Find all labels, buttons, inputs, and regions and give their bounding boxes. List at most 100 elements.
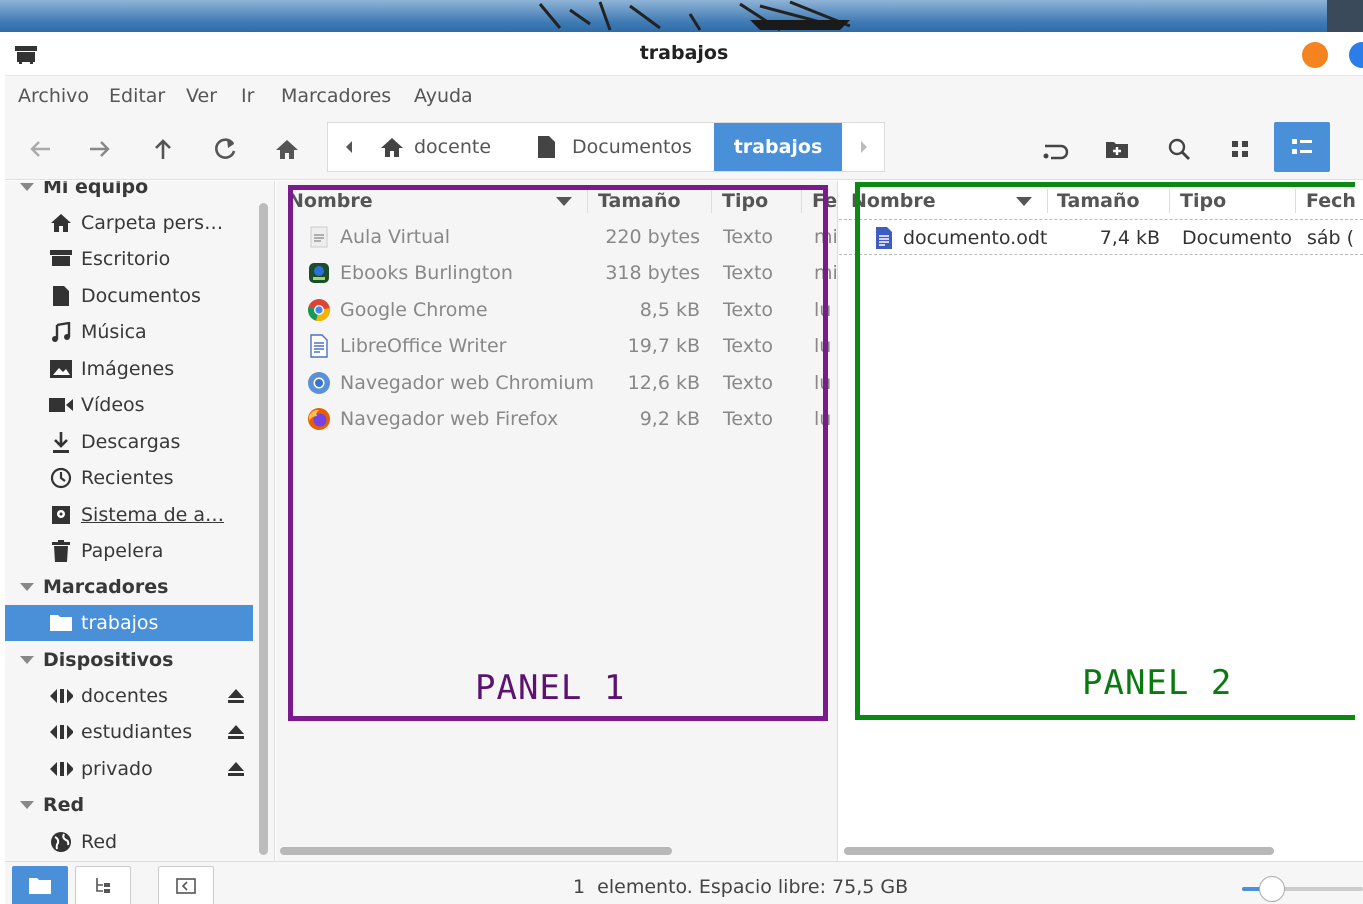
chevron-left-icon: [346, 141, 352, 153]
panel-1-annotation-box: PANEL 1: [288, 185, 828, 721]
home-button[interactable]: [265, 128, 309, 170]
new-folder-button[interactable]: [1095, 128, 1139, 170]
folder-icon: [29, 878, 51, 894]
crumb-label: docente: [414, 136, 492, 158]
sidebar-item-escritorio[interactable]: Escritorio: [5, 241, 253, 277]
drive-icon: [49, 503, 73, 527]
crumb-label: Documentos: [572, 136, 692, 158]
panel-1-horizontal-scrollbar[interactable]: [280, 847, 672, 855]
home-icon: [276, 140, 298, 159]
menu-marcadores[interactable]: Marcadores: [281, 85, 391, 107]
sidebar-item-docentes[interactable]: docentes: [5, 678, 253, 714]
sidebar-item-estudiantes[interactable]: estudiantes: [5, 714, 253, 750]
panel-2-horizontal-scrollbar[interactable]: [844, 847, 1274, 855]
list-view-button[interactable]: [1274, 122, 1330, 172]
maximize-button[interactable]: [1349, 42, 1363, 68]
window-title: trabajos: [639, 42, 729, 64]
collapse-triangle-icon: [20, 801, 34, 809]
sidebar-item-musica[interactable]: Música: [5, 314, 253, 350]
sidebar-item-privado[interactable]: privado: [5, 751, 253, 787]
eject-icon[interactable]: [227, 760, 245, 778]
zoom-slider-handle[interactable]: [1259, 876, 1285, 902]
crumb-trabajos[interactable]: trabajos: [714, 123, 842, 171]
tree-sidebar-button[interactable]: [75, 866, 131, 904]
sidebar-item-videos[interactable]: Vídeos: [5, 387, 253, 423]
menu-ver[interactable]: Ver: [186, 85, 217, 107]
sidebar-item-sistema-de-archivos[interactable]: Sistema de a…: [5, 497, 253, 533]
home-icon: [381, 138, 403, 157]
places-sidebar-button[interactable]: [12, 866, 68, 904]
network-drive-icon: [49, 684, 73, 708]
trash-icon: [49, 539, 73, 563]
reload-icon: [215, 138, 236, 159]
file-manager-screen: trabajos Archivo Editar Ver Ir Marcadore…: [0, 0, 1363, 904]
video-icon: [49, 393, 73, 417]
list-icon: [1292, 139, 1312, 154]
redo-arrow-icon: [1043, 144, 1069, 160]
status-text: 1 elemento. Espacio libre: 75,5 GB: [573, 876, 909, 898]
back-button[interactable]: [18, 128, 62, 170]
search-icon: [1168, 138, 1190, 160]
eject-icon[interactable]: [227, 687, 245, 705]
arrow-up-icon: [155, 139, 171, 159]
grid-icon: [1232, 141, 1248, 157]
reload-button[interactable]: [203, 128, 247, 170]
panel-2-label: PANEL 2: [1082, 663, 1233, 703]
sidebar-item-descargas[interactable]: Descargas: [5, 424, 253, 460]
path-scroll-left[interactable]: [328, 123, 370, 171]
menu-ayuda[interactable]: Ayuda: [414, 85, 473, 107]
home-icon: [49, 211, 73, 235]
download-icon: [49, 430, 73, 454]
desktop-icon: [49, 247, 73, 271]
document-icon: [49, 284, 73, 308]
sidebar: Mi equipo Carpeta pers… Escritorio Docum…: [5, 181, 275, 861]
eject-icon[interactable]: [227, 723, 245, 741]
arrow-left-icon: [30, 141, 50, 157]
path-bar: docente Documentos trabajos: [327, 122, 885, 172]
sidebar-toggle-icon: [176, 878, 196, 894]
folder-icon: [49, 611, 73, 635]
clock-icon: [49, 466, 73, 490]
network-drive-icon: [49, 757, 73, 781]
panel-1-label: PANEL 1: [475, 668, 626, 708]
menu-ir[interactable]: Ir: [241, 85, 254, 107]
image-icon: [49, 357, 73, 381]
network-drive-icon: [49, 720, 73, 744]
search-button[interactable]: [1157, 128, 1201, 170]
collapse-triangle-icon: [20, 583, 34, 591]
forward-button[interactable]: [78, 128, 122, 170]
path-scroll-right[interactable]: [844, 123, 884, 171]
collapse-triangle-icon: [20, 183, 34, 191]
crumb-docente[interactable]: docente: [380, 123, 510, 171]
icon-view-button[interactable]: [1218, 128, 1262, 170]
title-bar: trabajos: [5, 32, 1363, 76]
sidebar-item-recientes[interactable]: Recientes: [5, 460, 253, 496]
chevron-right-icon: [861, 141, 867, 153]
sidebar-item-papelera[interactable]: Papelera: [5, 533, 253, 569]
music-icon: [49, 320, 73, 344]
sidebar-item-trabajos[interactable]: trabajos: [5, 605, 253, 641]
new-folder-icon: [1106, 142, 1128, 158]
close-button[interactable]: [1302, 42, 1328, 68]
crumb-documentos[interactable]: Documentos: [536, 123, 706, 171]
document-icon: [538, 136, 555, 158]
menu-archivo[interactable]: Archivo: [18, 85, 89, 107]
sidebar-scrollbar[interactable]: [259, 203, 268, 855]
sidebar-item-carpeta-personal[interactable]: Carpeta pers…: [5, 205, 253, 241]
desktop-wallpaper: [0, 0, 1363, 32]
open-terminal-button[interactable]: [1033, 128, 1077, 170]
sidebar-item-documentos[interactable]: Documentos: [5, 278, 253, 314]
crumb-label: trabajos: [733, 136, 823, 158]
toolbar: docente Documentos trabajos: [5, 118, 1363, 180]
menu-editar[interactable]: Editar: [109, 85, 165, 107]
hide-sidebar-button[interactable]: [158, 866, 214, 904]
panel-2-annotation-box: PANEL 2: [855, 182, 1355, 720]
collapse-triangle-icon: [20, 656, 34, 664]
up-button[interactable]: [141, 128, 185, 170]
globe-icon: [49, 830, 73, 854]
sidebar-item-red[interactable]: Red: [5, 824, 253, 860]
tree-icon: [96, 878, 110, 893]
sidebar-item-imagenes[interactable]: Imágenes: [5, 351, 253, 387]
status-bar: 1 elemento. Espacio libre: 75,5 GB: [5, 861, 1363, 904]
wallpaper-trees: [538, 0, 851, 32]
